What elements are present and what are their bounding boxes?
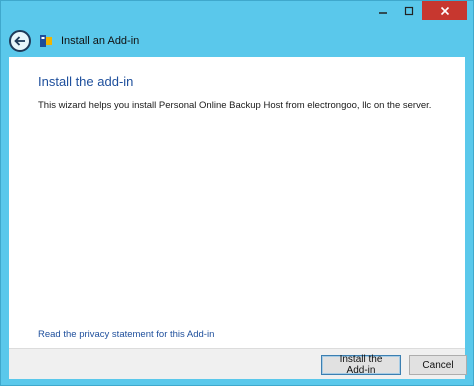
add-in-icon <box>39 33 53 49</box>
installer-window: Install an Add-in Install the add-in Thi… <box>0 0 474 386</box>
install-add-in-button[interactable]: Install the Add-in <box>321 354 401 376</box>
cancel-button[interactable]: Cancel <box>409 355 467 375</box>
wizard-header: Install an Add-in <box>9 27 465 55</box>
wizard-description: This wizard helps you install Personal O… <box>38 100 432 111</box>
maximize-button[interactable] <box>396 1 422 20</box>
button-bar: Install the Add-in Cancel <box>9 348 467 379</box>
minimize-button[interactable] <box>370 1 396 20</box>
content-panel: Install the add-in This wizard helps you… <box>9 57 465 349</box>
close-icon <box>440 6 449 15</box>
caption-buttons <box>370 1 467 20</box>
back-arrow-icon <box>14 36 25 46</box>
privacy-statement-link[interactable]: Read the privacy statement for this Add-… <box>38 329 214 340</box>
maximize-icon <box>404 6 414 15</box>
page-title: Install the add-in <box>38 74 134 89</box>
close-button[interactable] <box>422 1 467 20</box>
minimize-icon <box>379 11 387 14</box>
window-title: Install an Add-in <box>61 35 140 47</box>
back-button[interactable] <box>9 30 31 52</box>
